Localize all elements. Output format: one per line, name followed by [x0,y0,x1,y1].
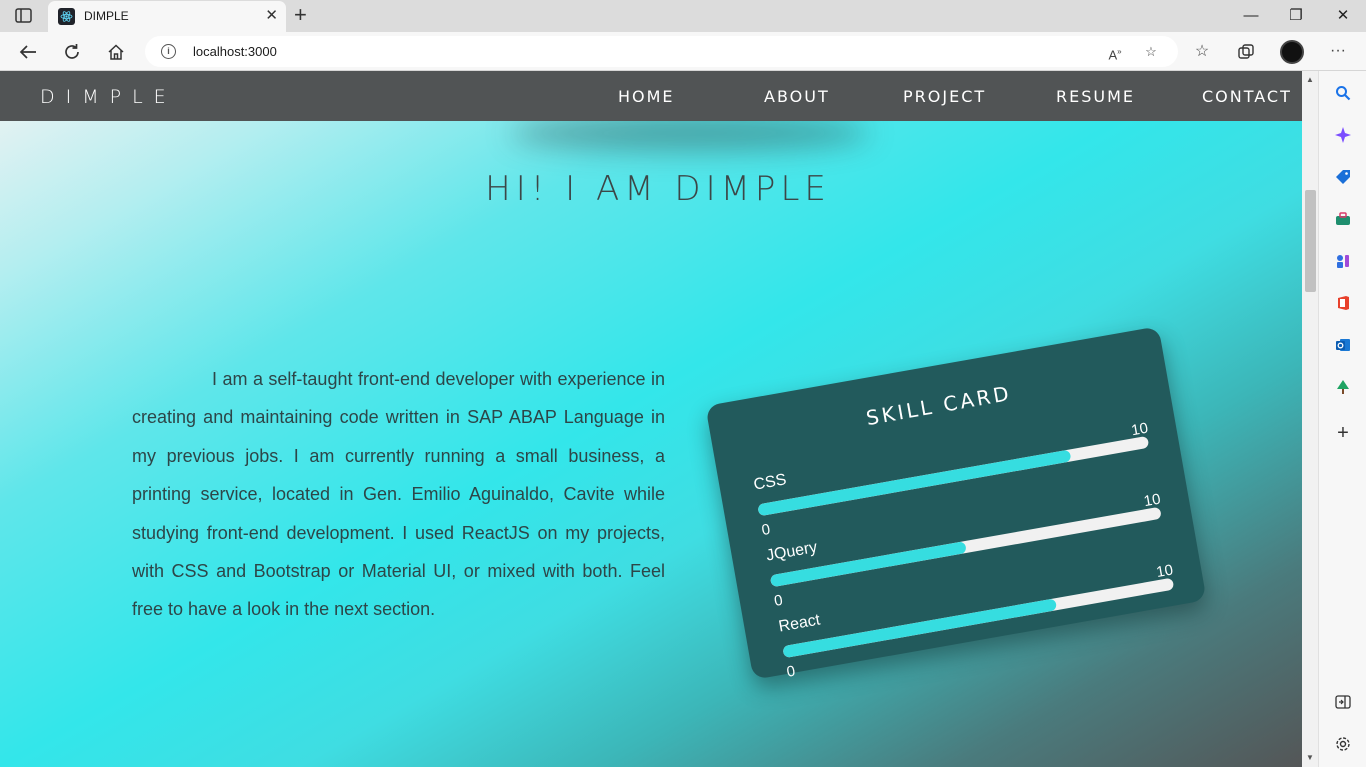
add-icon[interactable]: + [1334,422,1352,444]
skill-min: 0 [760,520,772,540]
nav-about[interactable]: ABOUT [764,87,830,106]
about-paragraph: I am a self-taught front-end developer w… [132,369,665,620]
back-icon[interactable] [17,41,39,63]
read-aloud-icon[interactable]: A» [1106,43,1124,62]
scroll-up-icon[interactable]: ▲ [1306,76,1314,84]
edge-sidebar: + [1318,71,1366,767]
site-info-icon[interactable]: i [161,44,176,59]
brand-logo[interactable]: DIMPLE [40,86,177,108]
tab-actions-icon[interactable] [14,7,34,25]
office-icon[interactable] [1334,294,1352,312]
copilot-icon[interactable] [1334,126,1352,144]
shopping-tag-icon[interactable] [1334,168,1352,186]
skill-name: CSS [752,471,788,494]
collections-icon[interactable] [1235,41,1257,63]
new-tab-icon[interactable]: + [294,4,307,26]
add-favorite-icon[interactable]: ☆ [1142,43,1160,61]
home-icon[interactable] [105,41,127,63]
tools-briefcase-icon[interactable] [1334,210,1352,228]
restore-icon[interactable]: ❐ [1286,6,1306,26]
tree-icon[interactable] [1334,378,1352,396]
tab-title: DIMPLE [84,9,129,23]
skill-slider-fill [782,598,1058,659]
minimize-icon[interactable]: — [1241,6,1261,26]
refresh-icon[interactable] [61,41,83,63]
skill-min: 0 [785,662,797,681]
browser-tab-active[interactable]: DIMPLE ✕ [48,1,286,32]
skill-min: 0 [772,591,785,610]
scroll-down-icon[interactable]: ▼ [1306,754,1314,762]
address-toolbar: i localhost:3000 A» ☆ ☆ ··· [0,32,1366,71]
profile-avatar[interactable] [1280,40,1304,64]
outlook-icon[interactable] [1334,336,1352,354]
address-bar[interactable]: i localhost:3000 A» ☆ [145,36,1178,67]
hero-title: HI! I AM DIMPLE [485,169,831,209]
nav-home[interactable]: HOME [618,87,675,106]
more-options-icon[interactable]: ··· [1329,42,1347,60]
page-viewport: DIMPLE HOME ABOUT PROJECT RESUME CONTACT… [0,71,1302,767]
tab-close-icon[interactable]: ✕ [265,7,278,25]
nav-project[interactable]: PROJECT [903,87,986,106]
close-window-icon[interactable]: ✕ [1333,6,1353,26]
page-scrollbar[interactable]: ▲ ▼ [1302,71,1318,767]
skill-name: React [777,611,822,636]
nav-contact[interactable]: CONTACT [1202,87,1292,106]
favorites-icon[interactable]: ☆ [1193,43,1211,61]
url-text[interactable]: localhost:3000 [193,44,277,59]
react-icon [58,8,75,25]
search-icon[interactable] [1334,84,1352,102]
skill-name: JQuery [764,538,819,565]
nav-resume[interactable]: RESUME [1056,87,1135,106]
scroll-thumb[interactable] [1305,190,1316,292]
settings-gear-icon[interactable] [1334,735,1352,753]
hide-sidebar-icon[interactable] [1334,693,1352,711]
skill-card: SKILL CARD CSS 10 0 JQuery 10 0 React 10… [705,326,1207,681]
site-navbar: DIMPLE HOME ABOUT PROJECT RESUME CONTACT [0,71,1302,121]
games-icon[interactable] [1334,252,1352,270]
browser-tab-strip: DIMPLE ✕ + — ❐ ✕ [0,0,1366,32]
